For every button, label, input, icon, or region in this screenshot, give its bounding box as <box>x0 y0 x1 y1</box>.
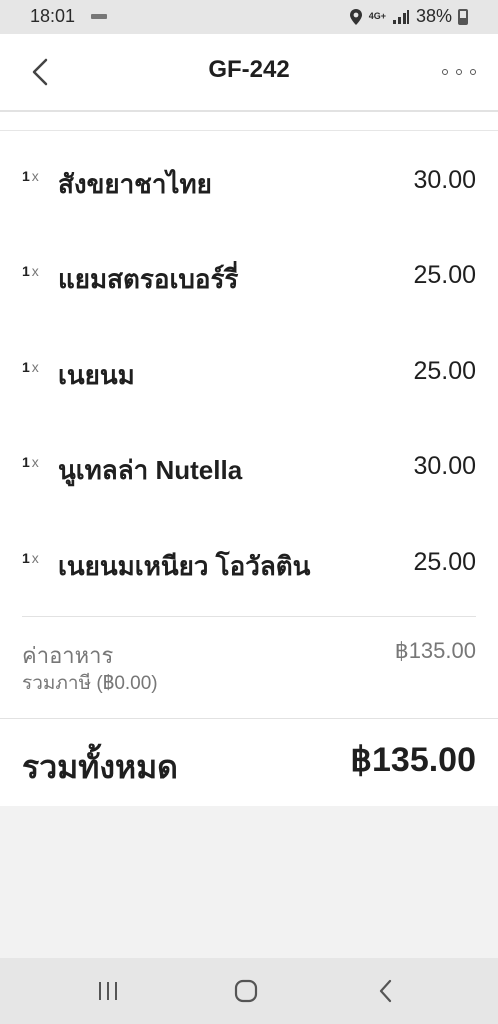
recent-apps-icon <box>99 982 117 1000</box>
more-button[interactable] <box>442 64 476 80</box>
item-name: นูเทลล่า Nutella <box>58 455 243 485</box>
subtotal-value: ฿135.00 <box>394 638 476 663</box>
divider <box>0 130 498 131</box>
nav-back-button[interactable] <box>366 976 406 1006</box>
home-icon <box>234 979 258 1003</box>
item-name: แยมสตรอเบอร์รี่ <box>58 264 239 294</box>
back-icon <box>379 979 392 1003</box>
item-qty: 1x <box>22 359 39 375</box>
recent-apps-button[interactable] <box>88 976 128 1006</box>
system-nav-bar <box>0 958 498 1024</box>
network-type: 4G+ <box>368 11 386 21</box>
item-price: 25.00 <box>413 357 476 385</box>
total-label: รวมทั้งหมด <box>22 749 178 785</box>
more-dots-icon <box>456 69 462 75</box>
divider <box>0 718 498 719</box>
more-dots-icon <box>470 69 476 75</box>
item-price: 30.00 <box>413 166 476 194</box>
order-content: 1x สังขยาชาไทย 30.00 1x แยมสตรอเบอร์รี่ … <box>0 112 498 806</box>
order-item: 1x เนยนม 25.00 <box>22 357 476 407</box>
more-dots-icon <box>442 69 448 75</box>
item-name: สังขยาชาไทย <box>58 169 212 199</box>
item-qty: 1x <box>22 550 39 566</box>
order-item: 1x สังขยาชาไทย 30.00 <box>22 166 476 216</box>
tax-label: รวมภาษี (฿0.00) <box>22 673 158 694</box>
item-name: เนยนม <box>58 360 135 390</box>
notification-icon <box>91 14 107 19</box>
battery-percent: 38% <box>415 6 452 26</box>
order-item: 1x เนยนมเหนียว โอวัลติน 25.00 <box>22 548 476 598</box>
location-icon <box>349 8 362 25</box>
item-qty: 1x <box>22 454 39 470</box>
item-qty: 1x <box>22 263 39 279</box>
status-bar: 18:01 4G+ 38% <box>0 0 498 34</box>
battery-icon <box>458 8 468 25</box>
signal-icon <box>392 9 409 24</box>
divider <box>22 616 476 617</box>
page-title: GF-242 <box>208 56 290 83</box>
item-price: 30.00 <box>413 452 476 480</box>
item-qty: 1x <box>22 168 39 184</box>
home-button[interactable] <box>226 976 266 1006</box>
item-price: 25.00 <box>413 548 476 576</box>
item-price: 25.00 <box>413 261 476 289</box>
status-icons: 4G+ 38% <box>349 6 468 27</box>
status-time: 18:01 <box>30 6 76 26</box>
order-item: 1x แยมสตรอเบอร์รี่ 25.00 <box>22 261 476 311</box>
order-item: 1x นูเทลล่า Nutella 30.00 <box>22 452 476 502</box>
item-name: เนยนมเหนียว โอวัลติน <box>58 551 311 581</box>
total-value: ฿135.00 <box>350 741 476 779</box>
header: GF-242 <box>0 34 498 112</box>
